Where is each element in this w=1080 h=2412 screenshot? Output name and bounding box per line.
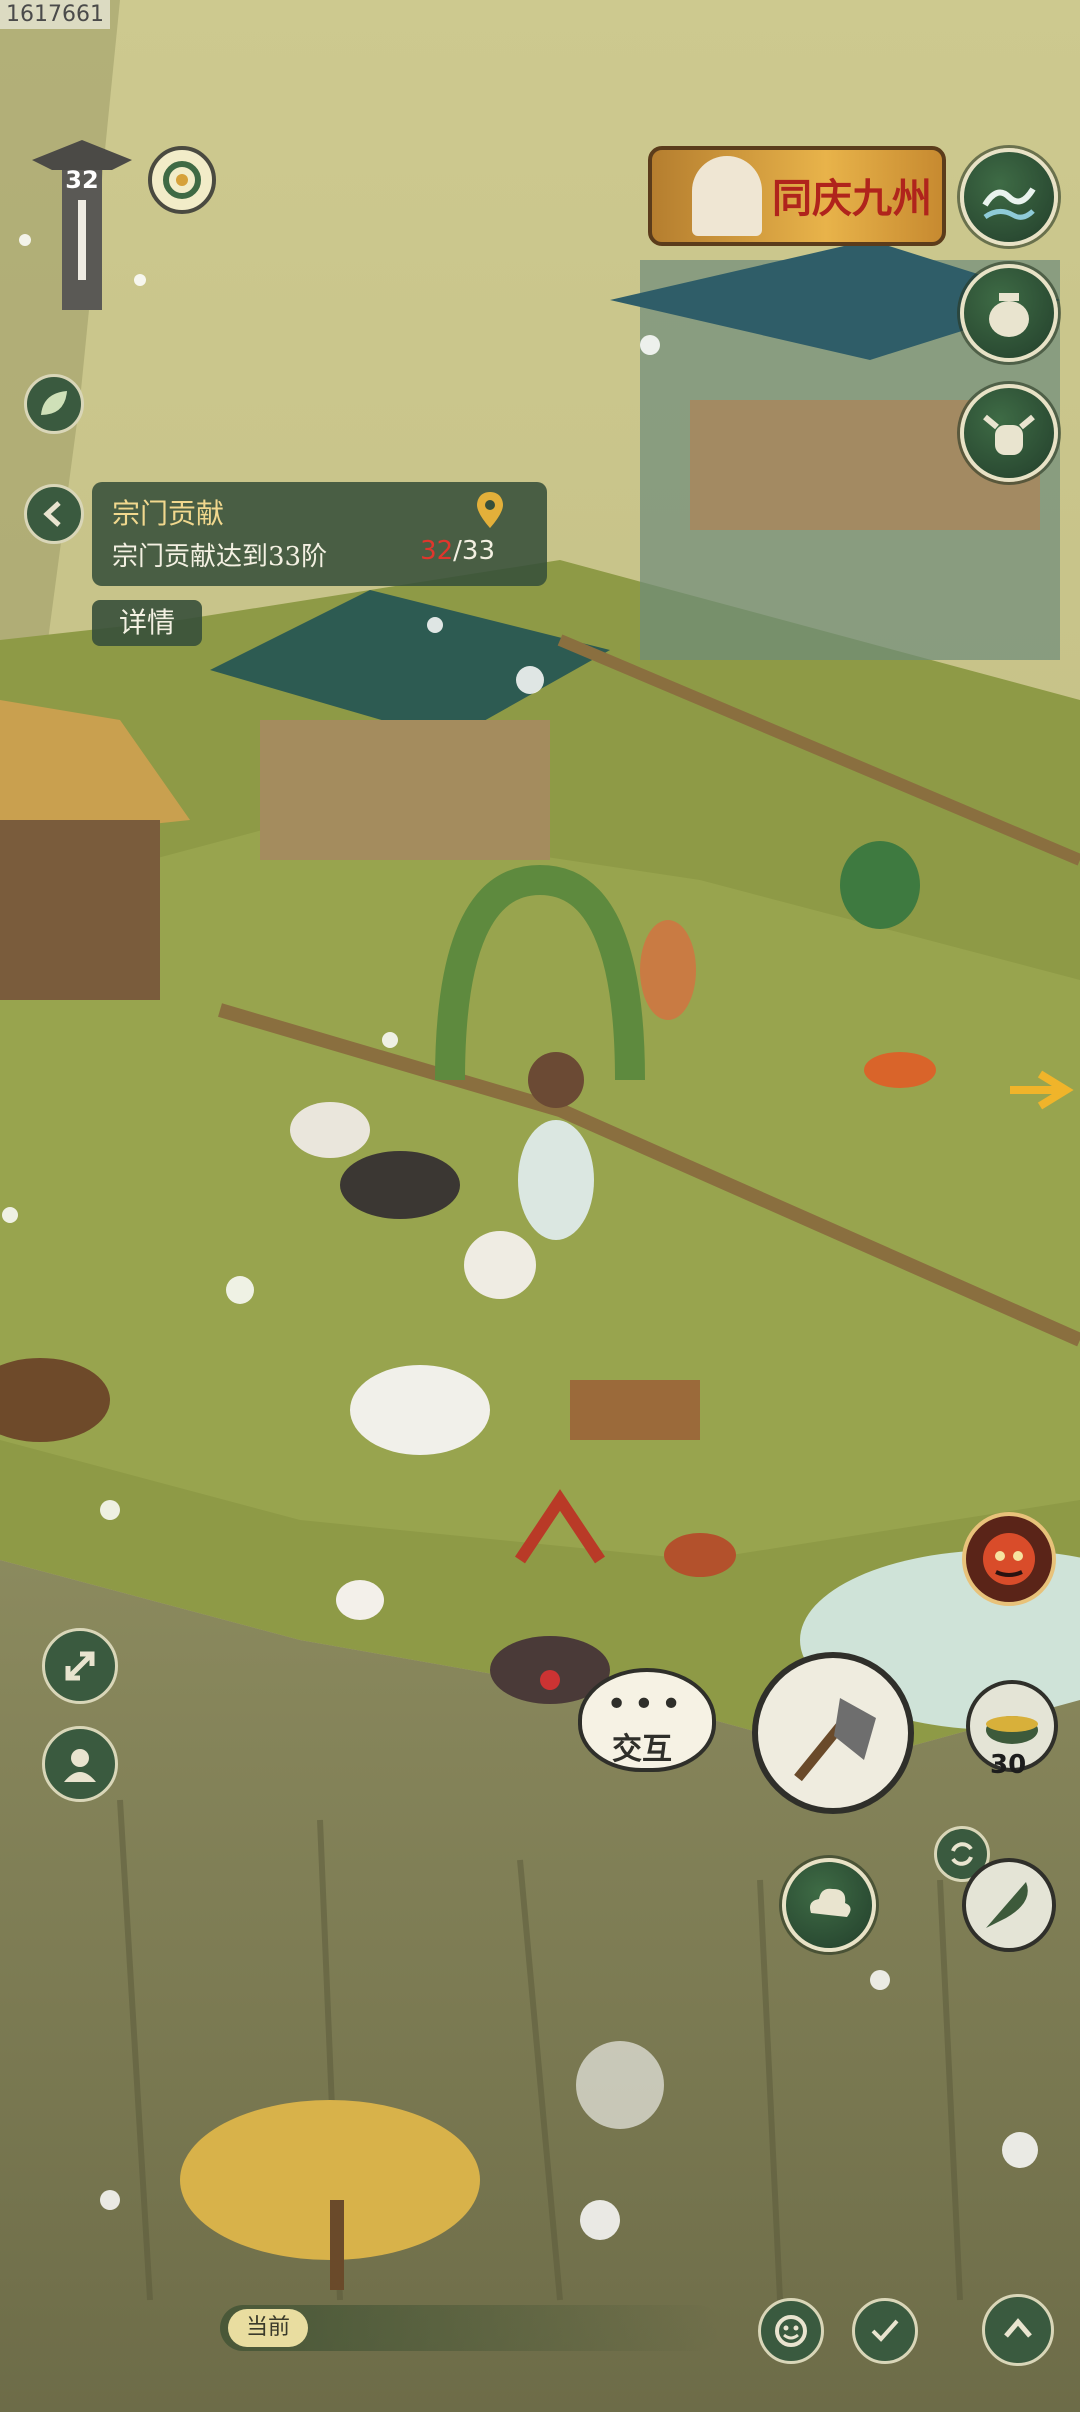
interact-button[interactable]: ••• 交互 (578, 1668, 716, 1772)
quest-progress: 32/33 (420, 536, 495, 566)
interact-label: 交互 (612, 1732, 672, 1767)
brush-button[interactable] (962, 1858, 1056, 1952)
quest-panel[interactable]: 宗门贡献 宗门贡献达到33阶 32/33 (92, 482, 547, 586)
build-id-label: 1617661 (0, 0, 110, 29)
compose-button[interactable] (852, 2298, 918, 2364)
quest-title: 宗门贡献 (112, 497, 225, 530)
ox-mask-icon (983, 414, 1035, 455)
level-number: 32 (65, 166, 99, 194)
leaf-menu-button[interactable] (24, 374, 84, 434)
jar-button[interactable] (960, 264, 1058, 362)
demon-event-button[interactable] (962, 1512, 1056, 1606)
quest-description: 宗门贡献达到33阶 (112, 542, 328, 572)
check-brush-icon (871, 2319, 899, 2342)
jar-icon (989, 293, 1029, 337)
location-pin-icon[interactable] (475, 490, 505, 530)
pot-count: 30 (990, 1750, 1027, 1780)
event-banner[interactable]: 同庆九州 (648, 146, 946, 246)
game-scene (0, 0, 1080, 2412)
leaf-icon (41, 391, 67, 415)
cloud-button[interactable] (782, 1858, 876, 1952)
event-banner-text: 同庆九州 (772, 175, 932, 222)
compass-icon (163, 161, 201, 199)
level-badge[interactable]: 32 (22, 140, 142, 320)
chevron-up-icon (1004, 2318, 1032, 2338)
smile-icon (775, 2315, 807, 2347)
wave-icon (982, 187, 1036, 220)
emoji-button[interactable] (758, 2298, 824, 2364)
right-arrow-icon[interactable] (1010, 1070, 1080, 1110)
person-icon (64, 1749, 96, 1782)
back-arrow-icon (43, 501, 61, 527)
quest-detail-button[interactable]: 详情 (92, 600, 202, 646)
feather-brush-icon (986, 1882, 1028, 1928)
wave-button[interactable] (960, 148, 1058, 246)
expand-chat-button[interactable] (982, 2294, 1054, 2366)
compass-button[interactable] (148, 146, 216, 214)
axe-icon (794, 1698, 876, 1782)
expand-button[interactable] (42, 1628, 118, 1704)
collapse-quest-button[interactable] (24, 484, 84, 544)
axe-action-button[interactable] (752, 1652, 914, 1814)
demon-face-icon (983, 1533, 1035, 1585)
interact-dots: ••• (606, 1684, 688, 1725)
event-character-art (692, 156, 762, 236)
cloud-icon (810, 1888, 851, 1917)
current-channel-tag[interactable]: 当前 (228, 2309, 308, 2347)
character-button[interactable] (42, 1726, 118, 1802)
ox-mask-button[interactable] (960, 384, 1058, 482)
expand-icon (65, 1651, 95, 1681)
